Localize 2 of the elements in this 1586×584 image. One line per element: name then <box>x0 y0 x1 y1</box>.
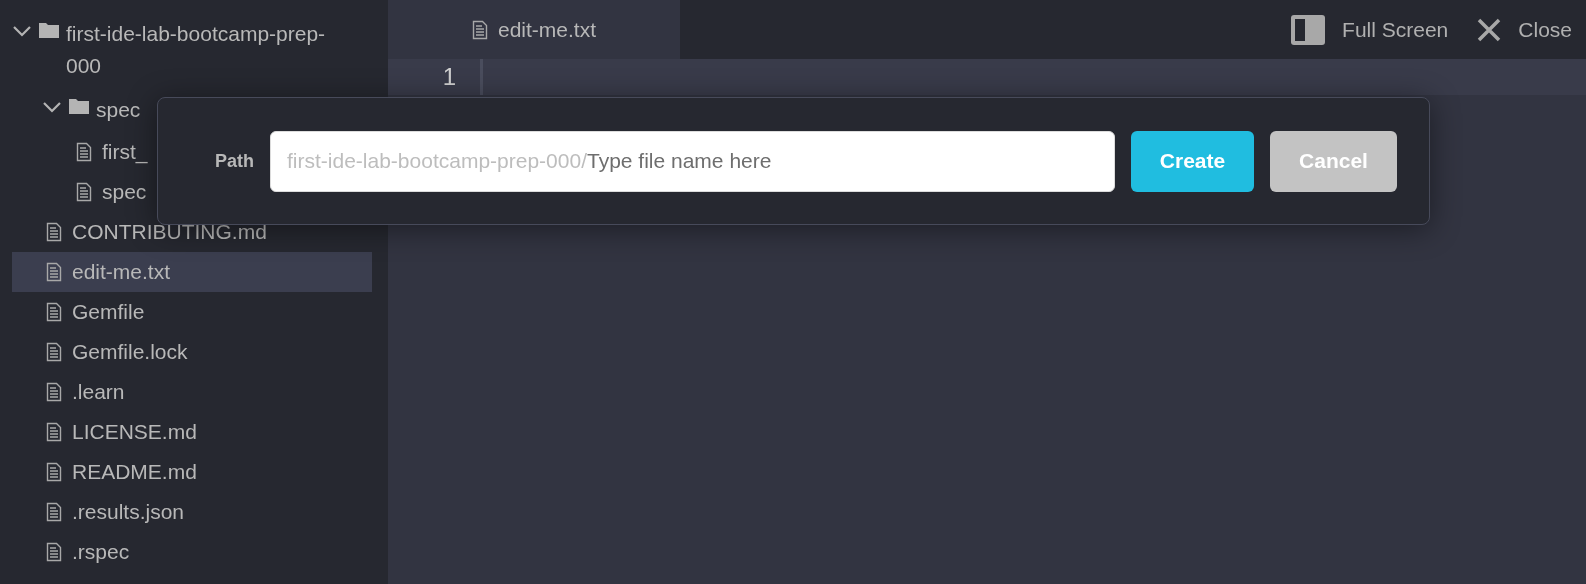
line-number: 1 <box>441 62 456 92</box>
path-label: Path <box>214 149 254 173</box>
